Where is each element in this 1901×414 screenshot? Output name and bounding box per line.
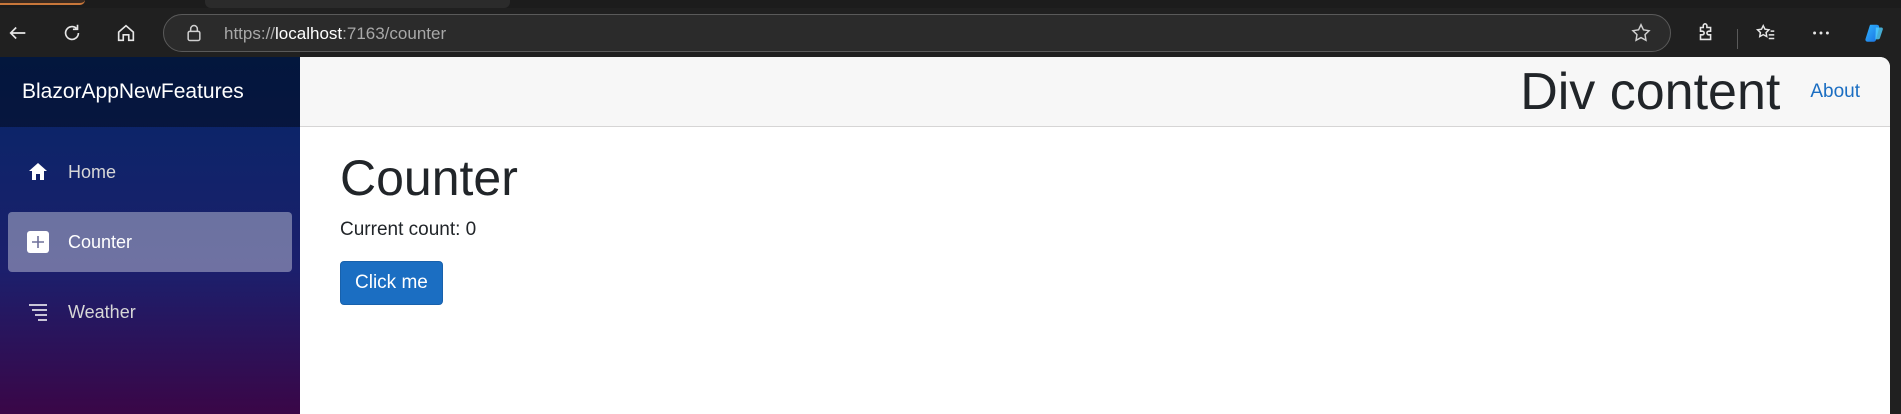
home-button[interactable] [110, 17, 142, 49]
sidebar-item-weather[interactable]: Weather [8, 282, 292, 342]
sidebar-item-label: Counter [68, 231, 133, 252]
top-row: Div content About [300, 57, 1890, 127]
url-host: localhost [275, 24, 343, 43]
plus-square-icon [26, 230, 50, 254]
sidebar-item-label: Home [68, 161, 117, 182]
page-title: Counter [340, 150, 518, 206]
more-options-button[interactable] [1805, 17, 1837, 49]
brand-link[interactable]: BlazorAppNewFeatures [22, 80, 244, 104]
house-icon [26, 160, 50, 184]
url-path: :7163/counter [342, 24, 447, 43]
page-viewport: BlazorAppNewFeatures Home Counter Weathe… [0, 57, 1890, 414]
active-tab[interactable] [205, 0, 510, 8]
copilot-icon [1865, 24, 1883, 42]
sidebar: BlazorAppNewFeatures Home Counter Weathe… [0, 57, 300, 414]
favorites-list-icon [1755, 23, 1775, 40]
click-me-button[interactable]: Click me [340, 261, 443, 305]
about-link[interactable]: About [1810, 81, 1860, 103]
url-text[interactable]: https://localhost:7163/counter [224, 24, 446, 44]
copilot-button[interactable] [1858, 17, 1890, 49]
refresh-icon [64, 24, 80, 41]
home-icon [117, 24, 135, 42]
lock-icon[interactable] [184, 23, 204, 43]
puzzle-icon [1699, 23, 1712, 41]
arrow-left-icon [9, 26, 26, 40]
browser-toolbar: https://localhost:7163/counter [0, 8, 1901, 58]
main-area: Div content About Counter Current count:… [300, 57, 1890, 414]
sidebar-item-label: Weather [68, 301, 136, 322]
back-button[interactable] [2, 17, 34, 49]
url-scheme: https:// [224, 24, 276, 43]
tab-strip [0, 0, 1901, 8]
nav-menu: Home Counter Weather [0, 127, 300, 342]
star-icon[interactable] [1630, 22, 1652, 44]
previous-tab[interactable] [0, 0, 85, 5]
favorites-button[interactable] [1750, 17, 1782, 49]
current-count: Current count: 0 [340, 219, 477, 240]
refresh-button[interactable] [56, 17, 88, 49]
sidebar-item-counter[interactable]: Counter [8, 212, 292, 272]
div-content-heading: Div content [1520, 62, 1781, 121]
extensions-button[interactable] [1690, 17, 1722, 49]
list-icon [26, 300, 50, 324]
toolbar-divider [1737, 29, 1738, 49]
address-bar[interactable]: https://localhost:7163/counter [163, 14, 1671, 52]
page-content: Counter Current count: 0 Click me [300, 127, 1890, 327]
brand-bar: BlazorAppNewFeatures [0, 57, 300, 127]
ellipsis-icon [1813, 31, 1829, 35]
sidebar-item-home[interactable]: Home [8, 142, 292, 202]
